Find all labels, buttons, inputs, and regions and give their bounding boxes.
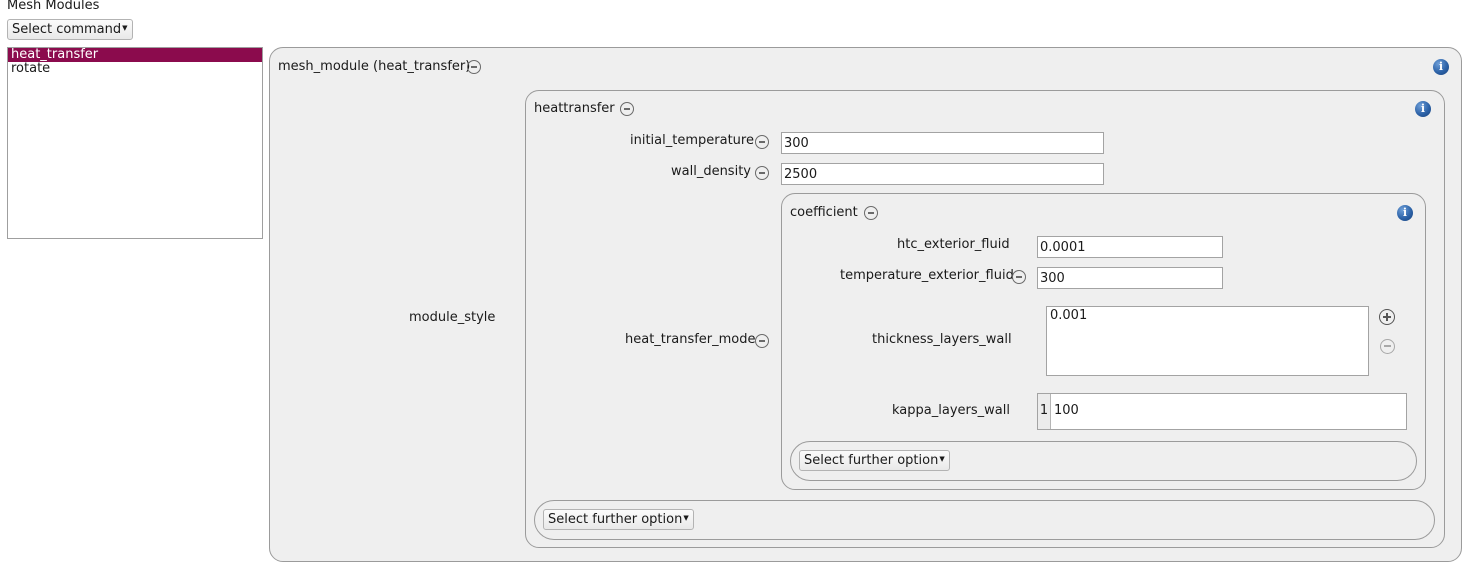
htc-exterior-fluid-label: htc_exterior_fluid [897,237,1010,252]
select-further-option-button[interactable]: Select further option▼ [799,450,950,471]
list-item[interactable]: heat_transfer [8,48,262,62]
remove-heat-transfer-mode-icon[interactable] [755,334,769,348]
initial-temperature-input[interactable] [781,132,1104,154]
page-title: Mesh Modules [7,0,100,13]
remove-initial-temperature-icon[interactable] [755,135,769,149]
mesh-module-label: mesh_module (heat_transfer) [278,59,471,74]
add-row-plus-icon[interactable] [1379,309,1395,325]
collapse-mesh-module-icon[interactable] [467,60,481,74]
select-further-option-label: Select further option [548,512,683,527]
select-further-option-label: Select further option [804,453,939,468]
kappa-layers-wall-label: kappa_layers_wall [892,403,1010,418]
temperature-exterior-fluid-label: temperature_exterior_fluid [840,268,1014,283]
collapse-heattransfer-icon[interactable] [620,102,634,116]
heat-transfer-mode-label: heat_transfer_mode [625,332,756,347]
info-icon[interactable]: i [1415,101,1431,117]
kappa-layers-wall-table [1037,393,1407,430]
thickness-layers-wall-textarea[interactable]: 0.001 [1046,306,1369,376]
temperature-exterior-fluid-input[interactable] [1037,267,1223,289]
coefficient-label: coefficient [790,205,858,220]
dropdown-caret-icon: ▼ [683,514,689,522]
row-header: 1 [1038,394,1051,429]
heattransfer-label: heattransfer [534,101,615,116]
select-further-option-button[interactable]: Select further option▼ [543,509,694,530]
wall-density-label: wall_density [671,164,751,179]
select-command-button[interactable]: Select command▼ [7,19,133,40]
info-icon[interactable]: i [1433,59,1449,75]
thickness-layers-wall-label: thickness_layers_wall [872,332,1012,347]
kappa-layers-wall-cell[interactable]: 100 [1054,403,1079,419]
module-style-label: module_style [409,310,496,325]
list-item[interactable]: rotate [8,62,262,76]
remove-row-minus-icon[interactable] [1380,339,1395,354]
dropdown-caret-icon: ▼ [939,455,945,463]
htc-exterior-fluid-input[interactable] [1037,236,1223,258]
remove-wall-density-icon[interactable] [755,166,769,180]
wall-density-input[interactable] [781,163,1104,185]
dropdown-caret-icon: ▼ [122,24,128,32]
module-listbox[interactable]: heat_transfer rotate [7,47,263,239]
info-icon[interactable]: i [1397,205,1413,221]
select-command-label: Select command [12,22,122,37]
collapse-coefficient-icon[interactable] [864,206,878,220]
initial-temperature-label: initial_temperature [630,133,754,148]
remove-temperature-exterior-fluid-icon[interactable] [1012,270,1026,284]
